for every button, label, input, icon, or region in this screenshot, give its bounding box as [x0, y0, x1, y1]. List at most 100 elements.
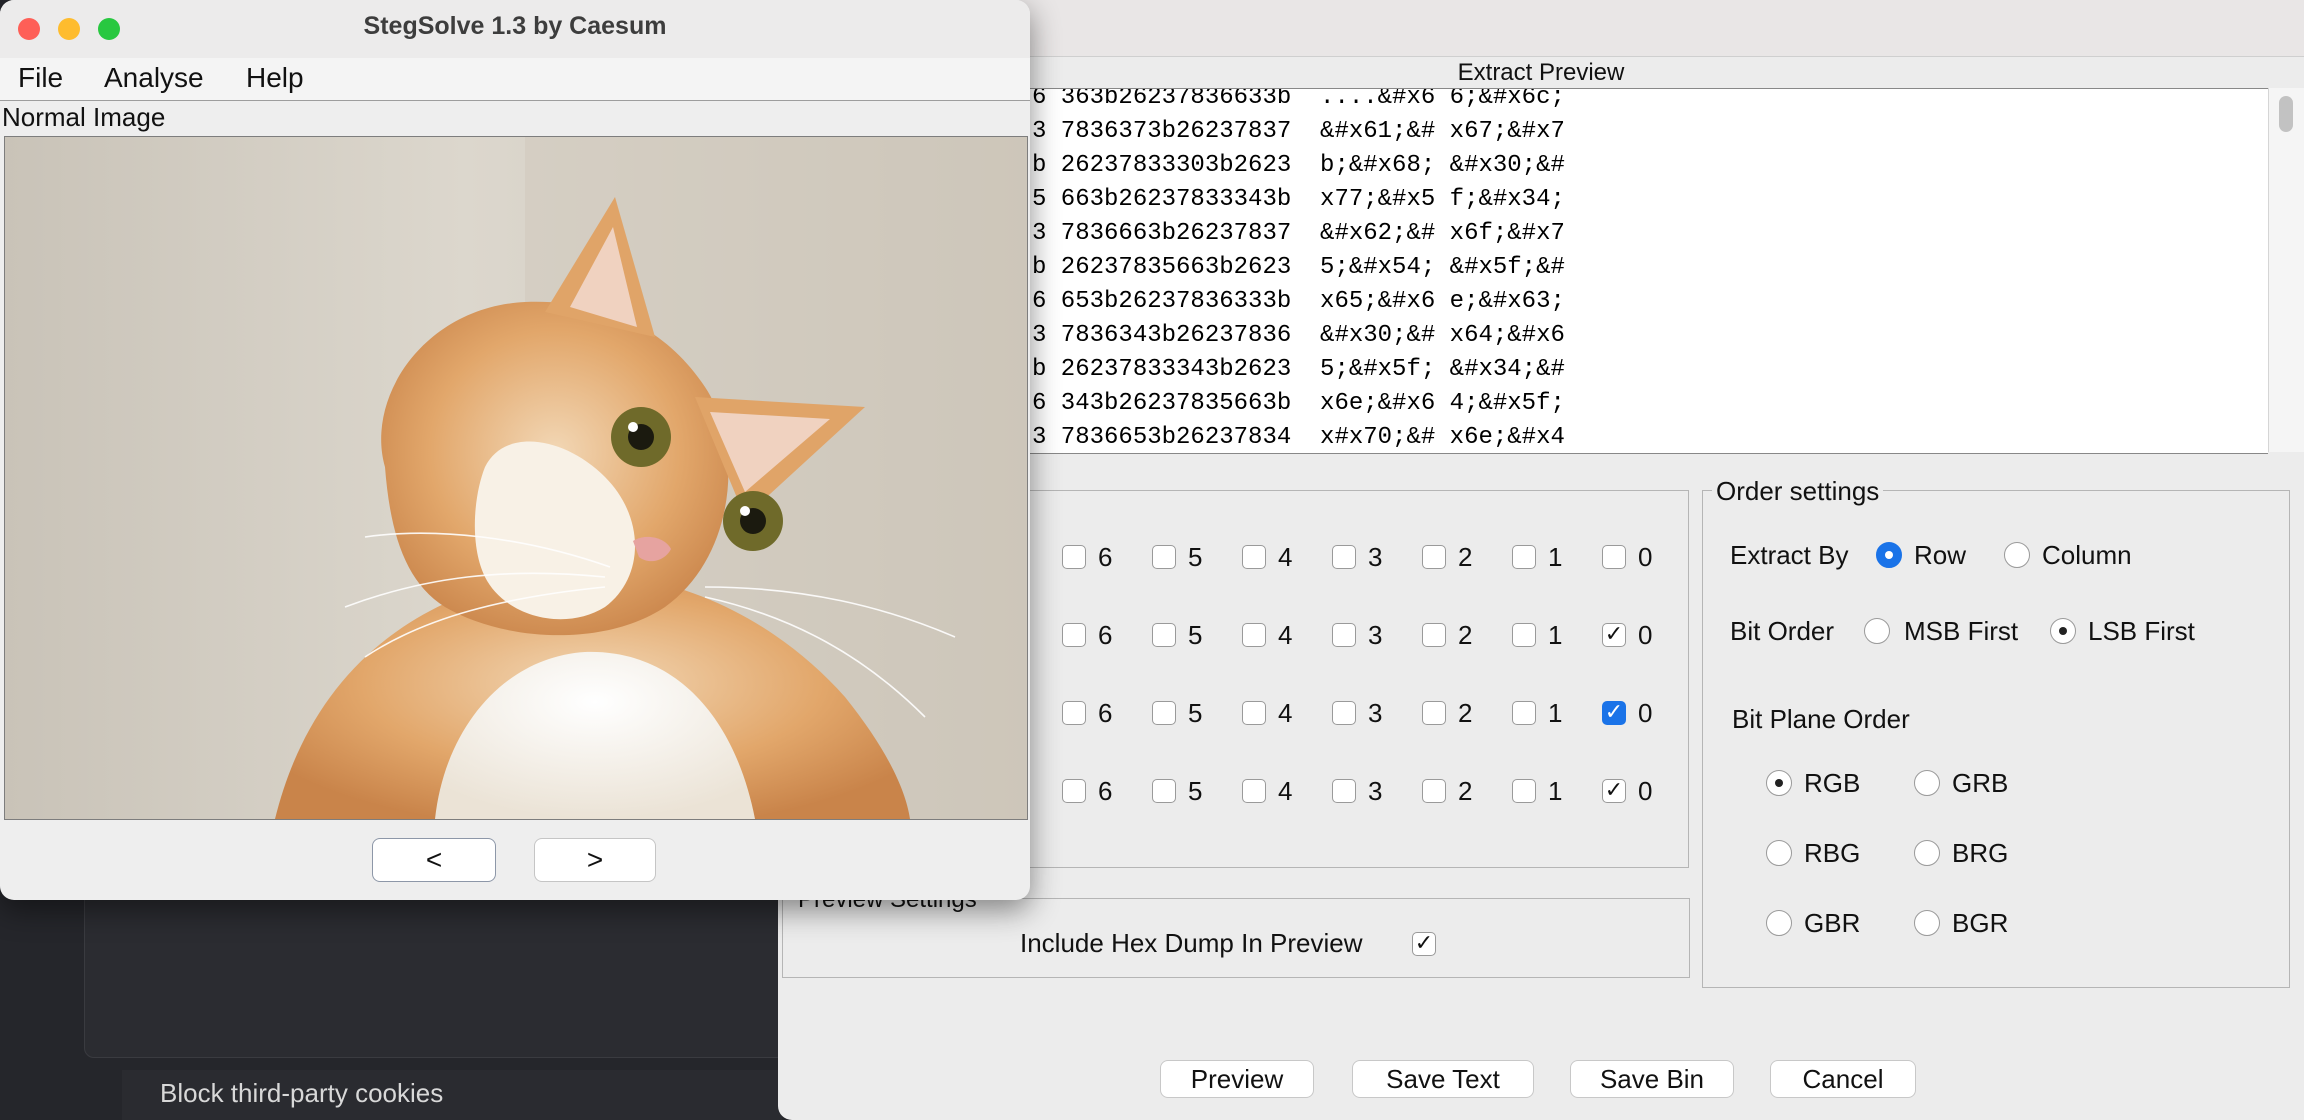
bit-5-checkbox[interactable]: [1152, 779, 1176, 803]
bit-3-checkbox[interactable]: [1332, 701, 1356, 725]
bit-6-label: 6: [1098, 698, 1113, 728]
rbg-radio[interactable]: [1766, 840, 1792, 866]
preview-button[interactable]: Preview: [1160, 1060, 1314, 1098]
window-title: StegSolve 1.3 by Caesum: [363, 12, 667, 40]
bit-5-checkbox[interactable]: [1152, 701, 1176, 725]
bit-1-checkbox[interactable]: [1512, 701, 1536, 725]
bit-5-checkbox[interactable]: [1152, 623, 1176, 647]
preview-scrollbar[interactable]: [2268, 88, 2304, 452]
bit-4-label: 4: [1278, 542, 1293, 572]
bit-3-label: 3: [1368, 542, 1383, 572]
brg-label: BRG: [1952, 838, 2009, 868]
cat-photo-illustration: [5, 137, 1027, 819]
bit-2-label: 2: [1458, 776, 1473, 806]
bit-plane-order-label: Bit Plane Order: [1732, 704, 1910, 734]
hex-preview-line: b 26237833303b2623 b;&#x68; &#x30;&#: [1032, 152, 1565, 179]
hex-preview-line: 6 653b26237836333b x65;&#x6 e;&#x63;: [1032, 288, 1565, 315]
bit-1-label: 1: [1548, 776, 1563, 806]
hex-dump-label: Include Hex Dump In Preview: [1020, 928, 1363, 958]
bit-6-label: 6: [1098, 620, 1113, 650]
msb-first-radio[interactable]: [1864, 618, 1890, 644]
bit-0-checkbox[interactable]: ✓: [1602, 623, 1626, 647]
bit-3-label: 3: [1368, 776, 1383, 806]
bit-6-checkbox[interactable]: [1062, 701, 1086, 725]
menu-bar: File Analyse Help: [0, 58, 1030, 101]
hex-preview-line: b 26237835663b2623 5;&#x54; &#x5f;&#: [1032, 254, 1565, 281]
grb-label: GRB: [1952, 768, 2009, 798]
bit-0-label: 0: [1638, 698, 1653, 728]
bit-5-checkbox[interactable]: [1152, 545, 1176, 569]
bit-4-checkbox[interactable]: [1242, 779, 1266, 803]
menu-help[interactable]: Help: [246, 62, 304, 94]
bit-2-label: 2: [1458, 620, 1473, 650]
hex-preview-line: 3 7836373b26237837 &#x61;&# x67;&#x7: [1032, 118, 1565, 145]
bit-1-checkbox[interactable]: [1512, 623, 1536, 647]
brg-radio[interactable]: [1914, 840, 1940, 866]
preview-scroll-thumb[interactable]: [2279, 96, 2293, 132]
extract-by-row-label: Row: [1914, 540, 1967, 570]
bit-4-label: 4: [1278, 620, 1293, 650]
hex-preview-line: 3 7836343b26237836 &#x30;&# x64;&#x6: [1032, 322, 1565, 349]
bit-4-checkbox[interactable]: [1242, 623, 1266, 647]
bit-2-label: 2: [1458, 542, 1473, 572]
bit-6-checkbox[interactable]: [1062, 545, 1086, 569]
bit-1-label: 1: [1548, 620, 1563, 650]
hex-dump-checkbox[interactable]: ✓: [1412, 932, 1436, 956]
cat-image: [4, 136, 1028, 820]
lsb-first-radio[interactable]: [2050, 618, 2076, 644]
extract-by-column-radio[interactable]: [2004, 542, 2030, 568]
gbr-label: GBR: [1804, 908, 1861, 938]
hex-preview-line: 3 7836663b26237837 &#x62;&# x6f;&#x7: [1032, 220, 1565, 247]
bit-2-checkbox[interactable]: [1422, 779, 1446, 803]
bit-3-checkbox[interactable]: [1332, 623, 1356, 647]
menu-analyse[interactable]: Analyse: [104, 62, 204, 94]
previous-button[interactable]: <: [372, 838, 496, 882]
bit-5-label: 5: [1188, 542, 1203, 572]
bit-0-checkbox[interactable]: ✓: [1602, 701, 1626, 725]
next-button[interactable]: >: [534, 838, 656, 882]
bit-0-checkbox[interactable]: [1602, 545, 1626, 569]
bgr-label: BGR: [1952, 908, 2009, 938]
cancel-button[interactable]: Cancel: [1770, 1060, 1916, 1098]
bit-5-label: 5: [1188, 776, 1203, 806]
bit-0-checkbox[interactable]: ✓: [1602, 779, 1626, 803]
bit-3-checkbox[interactable]: [1332, 545, 1356, 569]
hex-preview-line: 5 663b26237833343b x77;&#x5 f;&#x34;: [1032, 186, 1565, 213]
stegsolve-window: StegSolve 1.3 by Caesum File Analyse Hel…: [0, 0, 1030, 900]
bit-6-label: 6: [1098, 542, 1113, 572]
bit-2-checkbox[interactable]: [1422, 701, 1446, 725]
hex-preview-line: 6 363b26237836633b ....&#x6 6;&#x6c;: [1032, 88, 1565, 111]
rgb-radio[interactable]: [1766, 770, 1792, 796]
order-settings-legend: Order settings: [1712, 476, 1884, 507]
rgb-label: RGB: [1804, 768, 1861, 798]
bit-0-label: 0: [1638, 542, 1653, 572]
bit-1-label: 1: [1548, 698, 1563, 728]
bit-4-label: 4: [1278, 698, 1293, 728]
bit-4-checkbox[interactable]: [1242, 701, 1266, 725]
bit-3-label: 3: [1368, 698, 1383, 728]
bit-1-checkbox[interactable]: [1512, 779, 1536, 803]
hex-preview-line: 3 7836653b26237834 x#x70;&# x6e;&#x4: [1032, 424, 1565, 451]
bit-5-label: 5: [1188, 698, 1203, 728]
extract-by-row-radio[interactable]: [1876, 542, 1902, 568]
bit-5-label: 5: [1188, 620, 1203, 650]
bit-4-label: 4: [1278, 776, 1293, 806]
bgr-radio[interactable]: [1914, 910, 1940, 936]
bit-1-checkbox[interactable]: [1512, 545, 1536, 569]
bit-order-label: Bit Order: [1730, 616, 1835, 646]
bit-4-checkbox[interactable]: [1242, 545, 1266, 569]
save-text-button[interactable]: Save Text: [1352, 1060, 1534, 1098]
grb-radio[interactable]: [1914, 770, 1940, 796]
bit-3-checkbox[interactable]: [1332, 779, 1356, 803]
bit-6-label: 6: [1098, 776, 1113, 806]
bit-2-checkbox[interactable]: [1422, 545, 1446, 569]
save-bin-button[interactable]: Save Bin: [1570, 1060, 1734, 1098]
bit-6-checkbox[interactable]: [1062, 623, 1086, 647]
bit-2-checkbox[interactable]: [1422, 623, 1446, 647]
gbr-radio[interactable]: [1766, 910, 1792, 936]
menu-file[interactable]: File: [18, 62, 63, 94]
bit-6-checkbox[interactable]: [1062, 779, 1086, 803]
bit-1-label: 1: [1548, 542, 1563, 572]
extract-by-label: Extract By: [1730, 540, 1849, 570]
hex-preview-line: b 26237833343b2623 5;&#x5f; &#x34;&#: [1032, 356, 1565, 383]
